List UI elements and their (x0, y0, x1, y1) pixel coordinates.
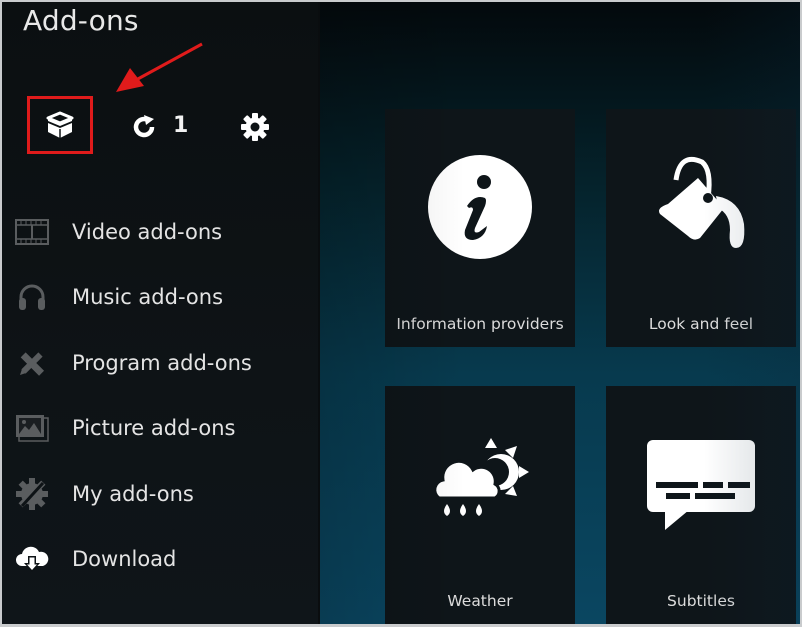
sidebar-item-label: Program add-ons (72, 351, 252, 375)
gear-wrench-icon (14, 476, 50, 512)
tile-label: Weather (447, 592, 513, 610)
tile-label: Look and feel (648, 315, 754, 333)
headphones-icon (14, 279, 50, 315)
page-title: Add-ons (23, 4, 139, 37)
cloud-download-icon (14, 541, 50, 577)
tile-information-providers[interactable]: Information providers (385, 109, 575, 347)
sidebar-item-label: Download (72, 547, 177, 571)
sidebar-item-label: Picture add-ons (72, 416, 236, 440)
update-count: 1 (173, 113, 189, 138)
sidebar-item-label: My add-ons (72, 482, 194, 506)
picture-icon (14, 410, 50, 446)
gear-icon (241, 113, 269, 141)
settings-button[interactable] (236, 108, 274, 146)
sidebar-item-download[interactable]: Download (2, 532, 318, 586)
refresh-icon (133, 115, 155, 138)
category-grid: Information providers Look and feel Weat… (320, 2, 800, 624)
paint-bucket-icon (606, 147, 796, 267)
sidebar-item-my-addons[interactable]: My add-ons (2, 467, 318, 521)
film-strip-icon (14, 214, 50, 250)
subtitles-icon (606, 424, 796, 544)
sidebar: Add-ons 1 Video add-ons Music add-ons Pr… (2, 2, 320, 624)
tile-label: Subtitles (667, 592, 735, 610)
info-icon (385, 147, 575, 267)
sidebar-item-label: Video add-ons (72, 220, 223, 244)
sidebar-item-label: Music add-ons (72, 285, 224, 309)
tile-label: Information providers (396, 315, 564, 333)
pencil-ruler-icon (14, 345, 50, 381)
check-updates-button[interactable] (126, 109, 162, 145)
weather-icon (385, 424, 575, 544)
tile-weather[interactable]: Weather (385, 386, 575, 624)
sidebar-item-music-addons[interactable]: Music add-ons (2, 270, 318, 324)
kodi-addons-window: Add-ons 1 Video add-ons Music add-ons Pr… (2, 2, 800, 624)
sidebar-item-video-addons[interactable]: Video add-ons (2, 205, 318, 259)
annotation-highlight-box (27, 96, 93, 154)
sidebar-item-program-addons[interactable]: Program add-ons (2, 336, 318, 390)
sidebar-item-picture-addons[interactable]: Picture add-ons (2, 401, 318, 455)
tile-look-and-feel[interactable]: Look and feel (606, 109, 796, 347)
tile-subtitles[interactable]: Subtitles (606, 386, 796, 624)
annotation-arrow (116, 42, 203, 92)
